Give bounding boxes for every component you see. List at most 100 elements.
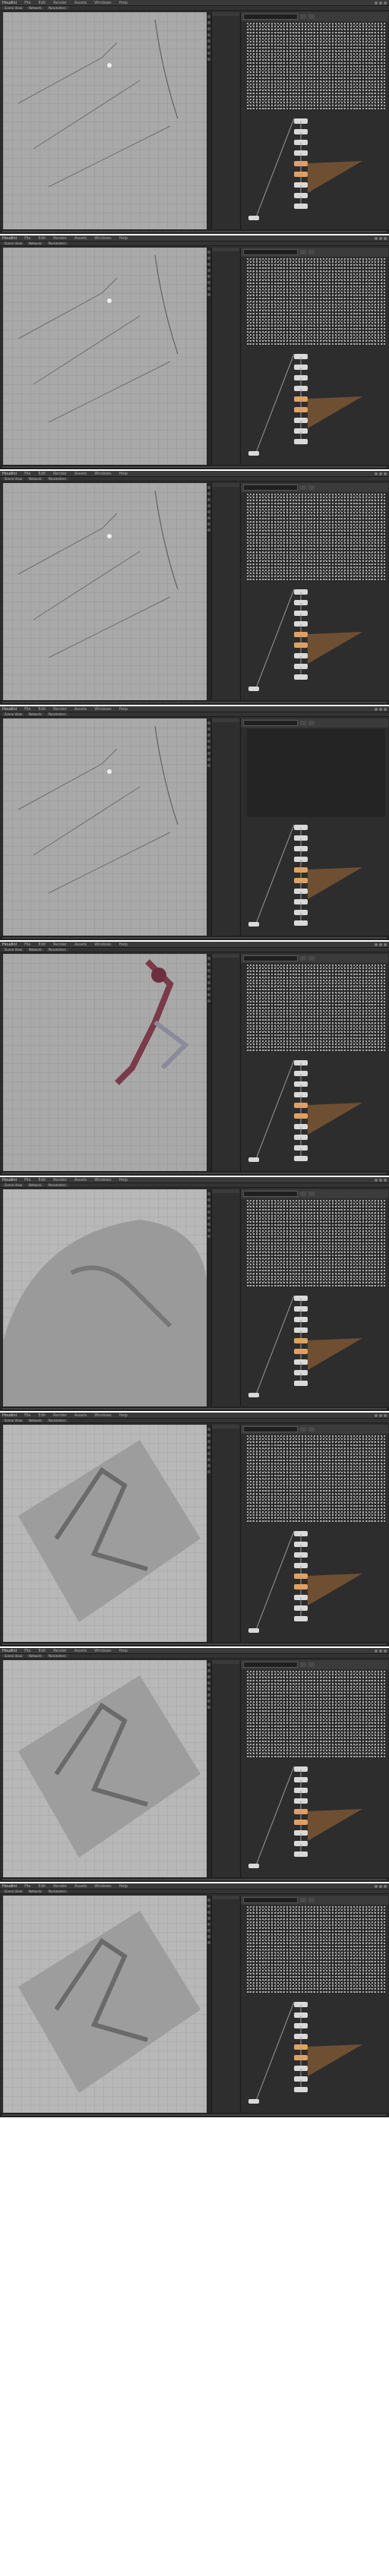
tool-icon[interactable]: [207, 1198, 210, 1201]
tool-icon[interactable]: [207, 993, 210, 996]
menu-item[interactable]: Render: [53, 707, 67, 712]
menu-item[interactable]: Edit: [38, 1884, 46, 1889]
menu-item[interactable]: Edit: [38, 1413, 46, 1418]
pane-tab[interactable]: Parameters: [46, 6, 68, 10]
tool-icon[interactable]: [207, 1458, 210, 1461]
maximize-icon[interactable]: [379, 1413, 382, 1417]
close-icon[interactable]: [384, 707, 387, 711]
tool-icon[interactable]: [207, 1700, 210, 1703]
menu-item[interactable]: Assets: [74, 1, 87, 5]
minimize-icon[interactable]: [375, 236, 378, 240]
tool-icon[interactable]: [207, 963, 210, 966]
menu-item[interactable]: Windows: [94, 942, 111, 947]
tool-icon[interactable]: [207, 1446, 210, 1449]
tool-icon[interactable]: [207, 251, 210, 254]
tool-icon[interactable]: [207, 1211, 210, 1214]
maximize-icon[interactable]: [379, 1884, 382, 1888]
tool-icon[interactable]: [207, 758, 210, 761]
menu-item[interactable]: Render: [53, 1413, 67, 1418]
minimize-icon[interactable]: [375, 1649, 378, 1653]
tool-icon[interactable]: [207, 1223, 210, 1226]
menu-item[interactable]: Edit: [38, 1178, 46, 1182]
pane-tab[interactable]: Parameters: [46, 948, 68, 952]
menu-item[interactable]: Assets: [74, 1413, 87, 1418]
scene-viewport[interactable]: [3, 483, 207, 700]
tool-icon[interactable]: [207, 263, 210, 266]
tool-icon[interactable]: [207, 529, 210, 532]
tool-icon[interactable]: [207, 1669, 210, 1672]
menu-item[interactable]: Render: [53, 942, 67, 947]
network-pane[interactable]: [240, 1896, 388, 2113]
pane-tab[interactable]: Scene View: [2, 1183, 24, 1187]
menu-item[interactable]: Assets: [74, 1649, 87, 1653]
scene-viewport[interactable]: [3, 248, 207, 465]
menu-item[interactable]: File: [24, 236, 30, 241]
tool-icon[interactable]: [207, 734, 210, 737]
tool-icon[interactable]: [207, 1217, 210, 1220]
network-pane[interactable]: [240, 483, 388, 700]
menu-item[interactable]: Render: [53, 1, 67, 5]
tool-icon[interactable]: [207, 52, 210, 55]
menu-item[interactable]: Render: [53, 1178, 67, 1182]
tool-icon[interactable]: [207, 1464, 210, 1467]
pane-tab[interactable]: Parameters: [46, 1419, 68, 1422]
tool-icon[interactable]: [207, 1452, 210, 1455]
menu-item[interactable]: File: [24, 472, 30, 476]
tool-icon[interactable]: [207, 510, 210, 513]
timeline-track[interactable]: [2, 231, 387, 232]
maximize-icon[interactable]: [379, 707, 382, 711]
network-pane[interactable]: [240, 1189, 388, 1406]
network-pane[interactable]: [240, 1660, 388, 1877]
pane-tab[interactable]: Scene View: [2, 6, 24, 10]
tool-icon[interactable]: [207, 33, 210, 36]
tool-icon[interactable]: [207, 504, 210, 507]
menu-item[interactable]: File: [24, 1649, 30, 1653]
pane-tab[interactable]: Scene View: [2, 948, 24, 952]
minimize-icon[interactable]: [375, 1178, 378, 1182]
tool-icon[interactable]: [207, 746, 210, 749]
tool-icon[interactable]: [207, 969, 210, 972]
tool-icon[interactable]: [207, 486, 210, 489]
tool-icon[interactable]: [207, 999, 210, 1002]
tool-icon[interactable]: [207, 975, 210, 978]
tool-icon[interactable]: [207, 275, 210, 278]
minimize-icon[interactable]: [375, 1413, 378, 1417]
tool-icon[interactable]: [207, 981, 210, 984]
close-icon[interactable]: [384, 1, 387, 5]
minimize-icon[interactable]: [375, 1884, 378, 1888]
menu-item[interactable]: File: [24, 707, 30, 712]
tool-icon[interactable]: [207, 1229, 210, 1232]
scene-viewport[interactable]: [3, 1425, 207, 1642]
close-icon[interactable]: [384, 1413, 387, 1417]
menu-item[interactable]: Render: [53, 1884, 67, 1889]
maximize-icon[interactable]: [379, 472, 382, 475]
pane-tab[interactable]: Parameters: [46, 477, 68, 481]
menu-item[interactable]: Help: [119, 1413, 128, 1418]
minimize-icon[interactable]: [375, 472, 378, 475]
tool-icon[interactable]: [207, 516, 210, 519]
tool-icon[interactable]: [207, 764, 210, 767]
menu-item[interactable]: Help: [119, 236, 128, 241]
pane-tab[interactable]: Scene View: [2, 712, 24, 716]
pane-tab[interactable]: Scene View: [2, 1419, 24, 1422]
tool-icon[interactable]: [207, 1663, 210, 1666]
scene-viewport[interactable]: [3, 954, 207, 1171]
tool-icon[interactable]: [207, 287, 210, 290]
tool-icon[interactable]: [207, 15, 210, 18]
menu-item[interactable]: Assets: [74, 942, 87, 947]
tool-icon[interactable]: [207, 498, 210, 501]
scene-viewport[interactable]: [3, 718, 207, 936]
tool-icon[interactable]: [207, 492, 210, 495]
menu-item[interactable]: Edit: [38, 707, 46, 712]
tool-icon[interactable]: [207, 293, 210, 296]
close-icon[interactable]: [384, 236, 387, 240]
timeline-track[interactable]: [2, 702, 387, 703]
close-icon[interactable]: [384, 1884, 387, 1888]
timeline-track[interactable]: [2, 466, 387, 468]
tool-icon[interactable]: [207, 1675, 210, 1678]
close-icon[interactable]: [384, 942, 387, 946]
pane-tab[interactable]: Scene View: [2, 1889, 24, 1893]
tool-icon[interactable]: [207, 281, 210, 284]
pane-tab[interactable]: Network: [26, 477, 44, 481]
menu-item[interactable]: Help: [119, 1178, 128, 1182]
